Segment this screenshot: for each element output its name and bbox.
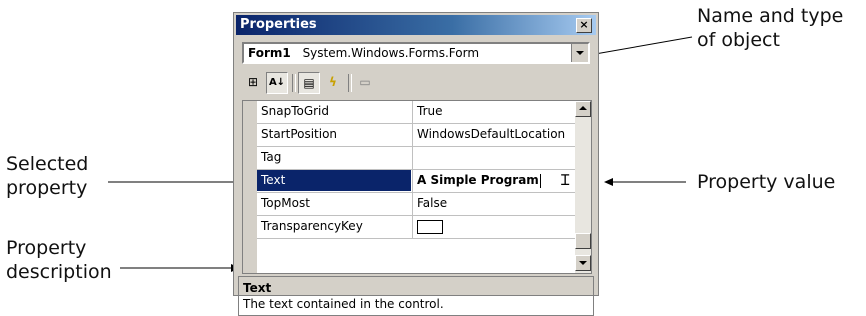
callout-property-description: Property description [6,236,112,284]
property-value[interactable] [412,147,577,169]
property-value[interactable]: False [412,193,577,215]
text-caret [540,174,541,188]
property-name: TransparencyKey [261,219,363,233]
callout-selected-property: Selected property [6,152,88,200]
property-value[interactable]: WindowsDefaultLocation [412,124,577,146]
toolbar-separator [348,74,352,92]
property-value[interactable] [412,216,577,238]
callout-value-line: Property value [697,171,836,193]
property-name: Tag [261,150,282,164]
grid-gutter [243,101,257,273]
scroll-thumb[interactable] [575,233,591,249]
property-row-topmost[interactable]: TopMost False [257,193,577,216]
close-icon[interactable]: × [576,18,592,33]
property-grid: SnapToGrid True StartPosition WindowsDef… [242,100,592,274]
object-selector[interactable]: Form1 System.Windows.Forms.Form [242,42,590,64]
properties-window: Properties × Form1 System.Windows.Forms.… [233,12,599,316]
ibeam-cursor-icon: Ɪ [561,171,570,189]
callout-name-type-line1: Name and type [697,5,844,27]
callout-desc-line2: description [6,261,112,283]
object-name: Form1 [248,46,291,60]
callout-name-type-line2: of object [697,29,780,51]
property-value-input[interactable]: A Simple Program [412,170,577,192]
property-name-selected: Text [257,170,411,191]
description-panel: Text The text contained in the control. [238,276,594,316]
description-text: The text contained in the control. [243,297,444,311]
object-type: System.Windows.Forms.Form [302,46,480,60]
property-name: StartPosition [261,127,338,141]
property-name: TopMost [261,196,310,210]
callout-selected-line2: property [6,177,88,199]
events-icon[interactable]: ϟ [322,72,344,94]
vertical-scrollbar[interactable] [575,101,591,273]
categorized-icon[interactable]: ⊞ [242,72,264,94]
toolbar: ⊞ A↓ ▤ ϟ ▭ [240,70,594,96]
chevron-down-icon[interactable] [571,44,588,62]
callout-property-value: Property value [697,170,835,194]
color-swatch[interactable] [417,219,443,234]
property-pages-icon[interactable]: ▭ [354,72,376,94]
arrowhead-value [604,178,613,186]
property-value[interactable]: True [412,101,577,123]
title-bar[interactable]: Properties × [236,15,596,35]
property-row-tag[interactable]: Tag [257,147,577,170]
property-row-transparencykey[interactable]: TransparencyKey [257,216,577,239]
property-row-startposition[interactable]: StartPosition WindowsDefaultLocation [257,124,577,147]
scroll-down-icon[interactable] [575,255,591,271]
scroll-up-icon[interactable] [575,101,591,117]
toolbar-separator [292,74,296,92]
description-title: Text [243,281,272,295]
callout-selected-line1: Selected [6,153,89,175]
callout-desc-line1: Property [6,237,87,259]
properties-icon[interactable]: ▤ [298,72,320,94]
callout-name-type: Name and type of object [697,4,843,52]
window-title: Properties [240,17,317,32]
property-row-text[interactable]: Text A Simple Program Ɪ [257,170,577,193]
property-name: SnapToGrid [261,104,330,118]
alphabetical-icon[interactable]: A↓ [266,72,288,94]
property-row-snaptogrid[interactable]: SnapToGrid True [257,101,577,124]
